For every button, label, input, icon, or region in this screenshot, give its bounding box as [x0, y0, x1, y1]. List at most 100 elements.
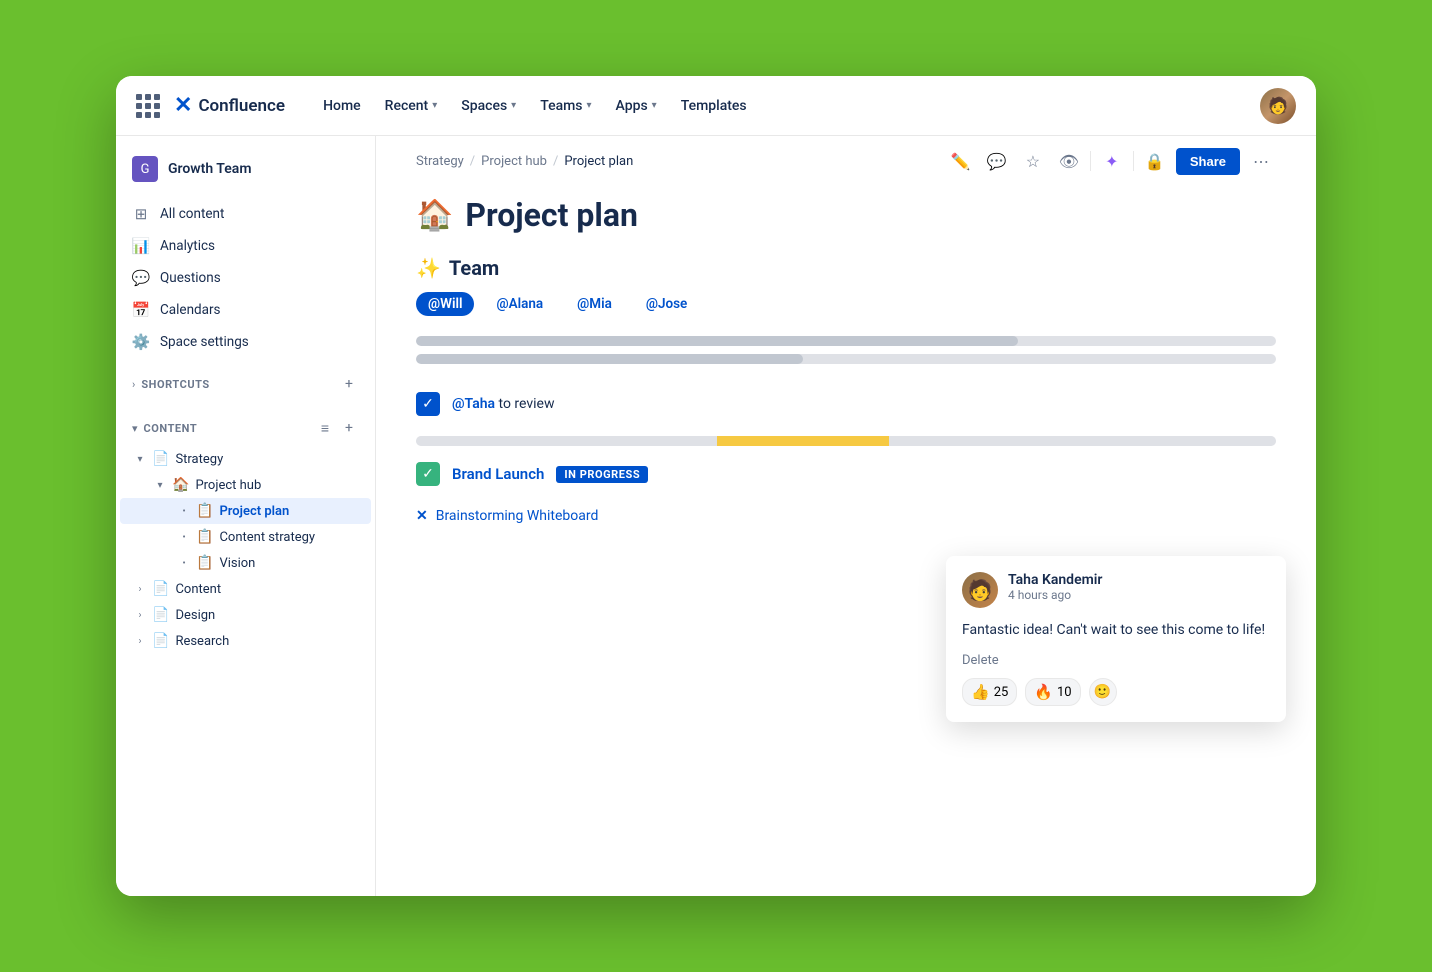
brand-launch-row: ✓ Brand Launch IN PROGRESS: [376, 450, 1316, 498]
page-title-area: 🏠 Project plan: [376, 176, 1316, 244]
bar-yellow: [717, 436, 889, 446]
main-area: G Growth Team ⊞ All content 📊 Analytics …: [116, 136, 1316, 896]
nav-home[interactable]: Home: [313, 92, 371, 120]
comment-time: 4 hours ago: [1008, 588, 1270, 602]
sidebar-item-calendars[interactable]: 📅 Calendars: [116, 294, 375, 326]
space-icon: G: [132, 156, 158, 182]
progress-fill-1: [416, 336, 1018, 346]
brand-launch-checkbox[interactable]: ✓: [416, 462, 440, 486]
share-button[interactable]: Share: [1176, 148, 1240, 175]
add-reaction-button[interactable]: 🙂: [1089, 678, 1117, 706]
comment-header: 🧑 Taha Kandemir 4 hours ago: [962, 572, 1270, 608]
page-title-emoji: 🏠: [416, 198, 453, 233]
thumbs-up-emoji: 👍: [971, 683, 990, 701]
spaces-chevron-icon: ▾: [511, 100, 516, 111]
nav-templates[interactable]: Templates: [671, 92, 757, 120]
mention-jose[interactable]: @Jose: [634, 292, 699, 316]
comment-button[interactable]: 💬: [982, 146, 1012, 176]
more-options-button[interactable]: ⋯: [1246, 146, 1276, 176]
toolbar: ✏️ 💬 ☆ 👁 ✦ 🔒 Share ⋯: [946, 146, 1276, 176]
fire-reaction[interactable]: 🔥 10: [1025, 678, 1080, 706]
lock-icon[interactable]: 🔒: [1140, 146, 1170, 176]
comment-avatar: 🧑: [962, 572, 998, 608]
comment-author: Taha Kandemir: [1008, 572, 1270, 588]
bar-grey-right: [889, 436, 1276, 446]
bar-grey-left: [416, 436, 717, 446]
analytics-icon: 📊: [132, 237, 150, 255]
tree-content[interactable]: › 📄 Content: [120, 576, 371, 602]
grid-icon[interactable]: [136, 94, 160, 118]
delete-button[interactable]: Delete: [962, 653, 1270, 668]
shortcuts-section: › SHORTCUTS +: [116, 366, 375, 402]
sidebar-item-analytics[interactable]: 📊 Analytics: [116, 230, 375, 262]
nav-apps[interactable]: Apps ▾: [606, 92, 667, 120]
progress-bar-2: [416, 354, 1276, 364]
page-title: 🏠 Project plan: [416, 196, 1276, 234]
mention-will[interactable]: @Will: [416, 292, 474, 316]
user-avatar[interactable]: 🧑: [1260, 88, 1296, 124]
content-section: ▾ CONTENT ≡ +: [116, 410, 375, 446]
mention-alana[interactable]: @Alana: [484, 292, 555, 316]
add-shortcut-button[interactable]: +: [339, 374, 359, 394]
ai-button[interactable]: ✦: [1097, 146, 1127, 176]
confluence-x-icon: ✕: [174, 93, 192, 118]
breadcrumb: Strategy / Project hub / Project plan: [416, 154, 633, 169]
sidebar-item-space-settings[interactable]: ⚙️ Space settings: [116, 326, 375, 358]
brand-launch-name[interactable]: Brand Launch: [452, 465, 544, 483]
tree-project-hub[interactable]: ▾ 🏠 Project hub: [120, 472, 371, 498]
view-button[interactable]: 👁: [1054, 146, 1084, 176]
page-title-text: Project plan: [465, 196, 638, 234]
confluence-logo-text: Confluence: [198, 96, 285, 116]
partial-bar-container: [376, 432, 1316, 450]
content-toggle[interactable]: ▾: [132, 422, 138, 435]
star-button[interactable]: ☆: [1018, 146, 1048, 176]
tree-research[interactable]: › 📄 Research: [120, 628, 371, 654]
space-header[interactable]: G Growth Team: [116, 148, 375, 190]
toolbar-divider: [1090, 151, 1091, 171]
task-row: ✓ @Taha to review: [376, 380, 1316, 428]
edit-button[interactable]: ✏️: [946, 146, 976, 176]
whiteboard-label[interactable]: Brainstorming Whiteboard: [436, 508, 599, 524]
sidebar-item-questions[interactable]: 💬 Questions: [116, 262, 375, 294]
sidebar-item-all-content[interactable]: ⊞ All content: [116, 198, 375, 230]
breadcrumb-strategy[interactable]: Strategy: [416, 154, 464, 169]
mention-mia[interactable]: @Mia: [565, 292, 624, 316]
shortcuts-label: SHORTCUTS: [141, 378, 209, 391]
task-mention[interactable]: @Taha: [452, 396, 495, 412]
questions-icon: 💬: [132, 269, 150, 287]
comment-reactions: 👍 25 🔥 10 🙂: [962, 678, 1270, 706]
nav-teams[interactable]: Teams ▾: [530, 92, 601, 120]
task-checkbox[interactable]: ✓: [416, 392, 440, 416]
filter-content-button[interactable]: ≡: [315, 418, 335, 438]
add-content-button[interactable]: +: [339, 418, 359, 438]
partial-progress-bar: [416, 436, 1276, 446]
confluence-logo[interactable]: ✕ Confluence: [174, 93, 285, 118]
tree-design[interactable]: › 📄 Design: [120, 602, 371, 628]
apps-chevron-icon: ▾: [652, 100, 657, 111]
breadcrumb-project-hub[interactable]: Project hub: [481, 154, 547, 169]
whiteboard-row[interactable]: ✕ Brainstorming Whiteboard: [376, 498, 1316, 534]
team-heading-text: Team: [449, 256, 499, 280]
project-plan-toggle: •: [176, 503, 192, 519]
fire-count: 10: [1057, 685, 1072, 700]
sidebar: G Growth Team ⊞ All content 📊 Analytics …: [116, 136, 376, 896]
content-tree-toggle: ›: [132, 581, 148, 597]
thumbs-up-count: 25: [994, 685, 1009, 700]
calendars-icon: 📅: [132, 301, 150, 319]
strategy-toggle: ▾: [132, 451, 148, 467]
tree-strategy[interactable]: ▾ 📄 Strategy: [120, 446, 371, 472]
space-settings-icon: ⚙️: [132, 333, 150, 351]
vision-toggle: •: [176, 555, 192, 571]
status-badge-in-progress: IN PROGRESS: [556, 466, 648, 483]
design-toggle: ›: [132, 607, 148, 623]
nav-recent[interactable]: Recent ▾: [375, 92, 448, 120]
top-nav: ✕ Confluence Home Recent ▾ Spaces ▾ Team…: [116, 76, 1316, 136]
project-hub-toggle: ▾: [152, 477, 168, 493]
nav-spaces[interactable]: Spaces ▾: [451, 92, 526, 120]
tree-project-plan[interactable]: • 📋 Project plan: [120, 498, 371, 524]
thumbs-up-reaction[interactable]: 👍 25: [962, 678, 1017, 706]
whiteboard-icon: ✕: [416, 508, 428, 524]
shortcuts-toggle[interactable]: ›: [132, 378, 135, 391]
tree-vision[interactable]: • 📋 Vision: [120, 550, 371, 576]
tree-content-strategy[interactable]: • 📋 Content strategy: [120, 524, 371, 550]
